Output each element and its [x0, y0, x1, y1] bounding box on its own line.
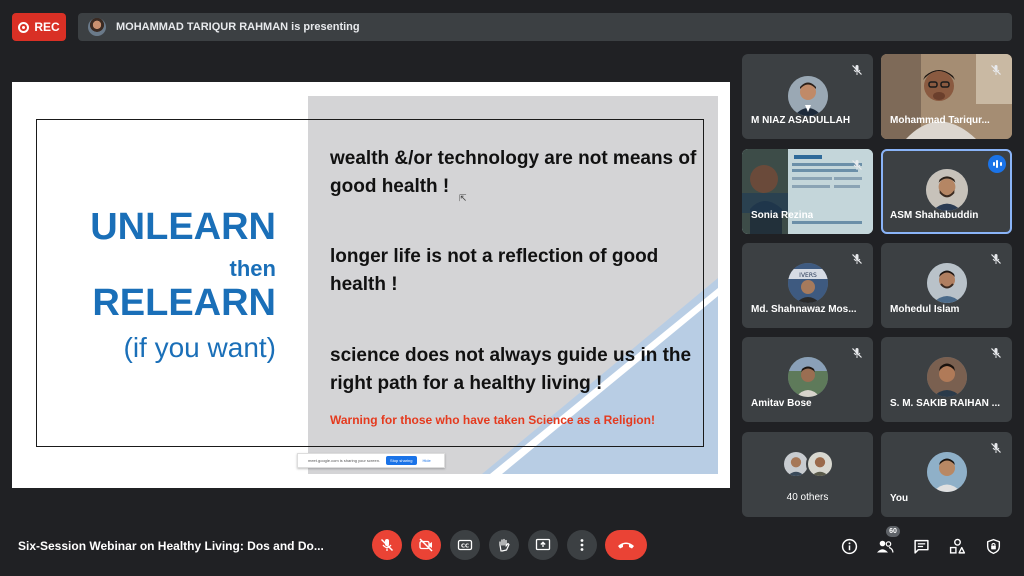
more-options-icon [580, 539, 584, 551]
participant-tile[interactable]: Sonia Rezina [742, 149, 873, 234]
svg-text:CC: CC [461, 544, 469, 550]
slide-statement-2: longer life is not a reflection of good … [330, 246, 659, 295]
presenter-banner: MOHAMMAD TARIQUR RAHMAN is presenting [78, 13, 1012, 41]
speaking-indicator-icon [988, 155, 1006, 173]
slide-headline-relearn: RELEARN [92, 282, 276, 324]
others-count: 40 others [786, 492, 829, 503]
others-tile[interactable]: 40 others [742, 432, 873, 517]
host-controls-button[interactable] [983, 536, 1003, 556]
presenter-text: MOHAMMAD TARIQUR RAHMAN is presenting [116, 21, 360, 33]
mic-off-icon [988, 251, 1004, 267]
avatar [926, 263, 967, 303]
participant-name: S. M. SAKIB RAIHAN ... [890, 398, 1001, 409]
raise-hand-button[interactable] [489, 530, 519, 560]
share-notice-text: meet.google.com is sharing your screen. [308, 458, 381, 463]
activities-button[interactable] [947, 536, 967, 556]
mouse-cursor-icon: ⇱ [459, 193, 467, 203]
presenter-avatar [88, 18, 106, 36]
screen-share-notice: meet.google.com is sharing your screen. … [297, 453, 445, 468]
avatar [787, 76, 828, 116]
present-button[interactable] [528, 530, 558, 560]
activities-icon [949, 538, 965, 554]
participant-name: Amitav Bose [751, 398, 812, 409]
participant-tile-active-speaker[interactable]: ASM Shahabuddin [881, 149, 1012, 234]
avatar [926, 452, 967, 492]
stop-sharing-button[interactable]: Stop sharing [386, 456, 417, 465]
mic-off-icon [849, 157, 865, 173]
host-controls-icon [986, 538, 1000, 554]
slide-headline-then: then [229, 256, 276, 281]
participant-count-badge: 60 [886, 526, 900, 537]
meeting-title: Six-Session Webinar on Healthy Living: D… [18, 539, 324, 553]
participant-tile[interactable]: Mohammad Tariqur... [881, 54, 1012, 139]
avatar: IVERS [787, 263, 828, 303]
participant-name: Sonia Rezina [751, 210, 814, 221]
avatar [806, 450, 834, 478]
mic-off-icon [988, 62, 1004, 78]
more-options-button[interactable] [567, 530, 597, 560]
chat-icon [913, 539, 929, 554]
others-avatars [782, 450, 838, 478]
participant-tile[interactable]: Amitav Bose [742, 337, 873, 422]
slide-statement-3: science does not always guide us in the … [330, 345, 692, 394]
avatar [925, 169, 968, 211]
captions-icon: CC [457, 539, 473, 551]
participant-tile[interactable]: S. M. SAKIB RAIHAN ... [881, 337, 1012, 422]
record-icon [18, 21, 30, 33]
people-icon [877, 540, 894, 553]
mic-off-icon [849, 345, 865, 361]
participant-tile[interactable]: M NIAZ ASADULLAH [742, 54, 873, 139]
participant-name: You [890, 493, 909, 504]
recording-indicator[interactable]: REC [12, 13, 66, 41]
captions-button[interactable]: CC [450, 530, 480, 560]
participant-name: Mohammad Tariqur... [890, 115, 990, 126]
slide-headline-if-you-want: (if you want) [123, 332, 277, 363]
hide-button[interactable]: Hide [423, 458, 431, 463]
mic-off-icon [988, 345, 1004, 361]
participant-tile[interactable]: Mohedul Islam [881, 243, 1012, 328]
hang-up-icon [618, 542, 634, 549]
svg-text:IVERS: IVERS [799, 272, 817, 279]
slide-statement-1: wealth &/or technology are not means of … [330, 148, 697, 197]
mic-toggle-button[interactable] [372, 530, 402, 560]
participant-name: ASM Shahabuddin [890, 210, 979, 221]
recording-label: REC [34, 20, 60, 34]
camera-off-icon [419, 538, 433, 552]
participant-name: M NIAZ ASADULLAH [751, 115, 851, 126]
meet-window: REC MOHAMMAD TARIQUR RAHMAN is presentin… [0, 0, 1024, 576]
people-button[interactable] [875, 536, 895, 556]
self-tile[interactable]: You [881, 432, 1012, 517]
mic-off-icon [988, 440, 1004, 456]
raise-hand-icon [499, 538, 510, 552]
mic-off-icon [380, 538, 394, 552]
chat-button[interactable] [911, 536, 931, 556]
camera-toggle-button[interactable] [411, 530, 441, 560]
meeting-details-button[interactable] [839, 536, 859, 556]
avatar [926, 357, 967, 397]
info-icon [841, 538, 857, 554]
shared-screen: UNLEARN then RELEARN (if you want) wealt… [12, 82, 730, 488]
mic-off-icon [849, 62, 865, 78]
avatar [787, 357, 828, 397]
mic-off-icon [849, 251, 865, 267]
participant-name: Md. Shahnawaz Mos... [751, 304, 857, 315]
slide-headline-unlearn: UNLEARN [90, 206, 276, 248]
participant-name: Mohedul Islam [890, 304, 960, 315]
leave-call-button[interactable] [605, 530, 647, 560]
slide-warning: Warning for those who have taken Science… [330, 413, 655, 427]
participant-tile[interactable]: IVERS Md. Shahnawaz Mos... [742, 243, 873, 328]
present-icon [535, 538, 551, 551]
